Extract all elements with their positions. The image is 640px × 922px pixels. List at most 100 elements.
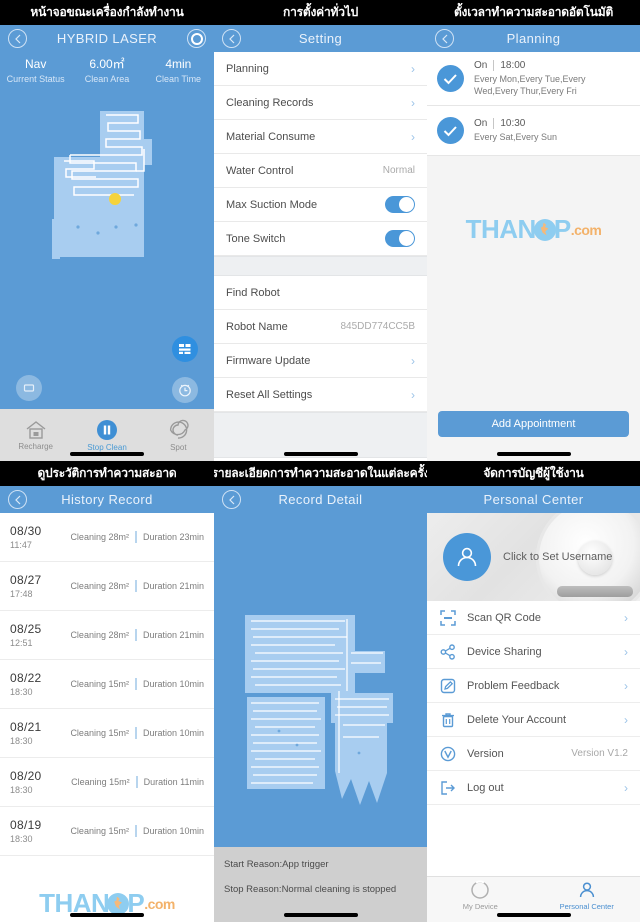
history-row[interactable]: 08/30 11:47 Cleaning 28m² Duration 23min	[0, 513, 214, 562]
divider	[134, 727, 137, 739]
menu-label: Version	[467, 747, 504, 760]
username-prompt[interactable]: Click to Set Username	[503, 551, 612, 563]
setting-row-find-robot[interactable]: Find Robot	[214, 276, 427, 310]
fullscreen-icon	[23, 384, 35, 392]
max-suction-toggle[interactable]	[385, 196, 415, 213]
settings-button[interactable]	[187, 29, 206, 48]
record-area: Cleaning 15m²	[71, 777, 130, 787]
recharge-button[interactable]: Recharge	[0, 409, 71, 461]
divider	[135, 776, 138, 788]
record-detail-body: Start Reason:App trigger Stop Reason:Nor…	[214, 513, 427, 922]
record-area: Cleaning 28m²	[70, 581, 129, 591]
home-indicator	[70, 913, 144, 917]
back-button[interactable]	[222, 490, 241, 509]
history-row[interactable]: 08/21 18:30 Cleaning 15m² Duration 10min	[0, 709, 214, 758]
menu-row-delete-account[interactable]: Delete Your Account ›	[427, 703, 640, 737]
history-info: Cleaning 15m² Duration 10min	[70, 678, 204, 690]
appointment-row[interactable]: On 10:30 Every Sat,Every Sun	[427, 106, 640, 156]
panel-planning: ตั้งเวลาทำความสะอาดอัตโนมัติ Planning On…	[427, 0, 640, 461]
record-duration: Duration 10min	[142, 728, 204, 738]
spiral-icon	[170, 419, 189, 439]
menu-row-scan-qr[interactable]: Scan QR Code ›	[427, 601, 640, 635]
appointment-info: On 18:00 Every Mon,Every Tue,Every Wed,E…	[474, 60, 630, 97]
menu-row-version[interactable]: Version Version V1.2	[427, 737, 640, 771]
stop-reason: Stop Reason:Normal cleaning is stopped	[224, 884, 397, 895]
cleaning-map[interactable]	[0, 94, 214, 461]
zone-map-button[interactable]	[172, 336, 198, 362]
recharge-label: Recharge	[18, 441, 53, 451]
record-date: 08/25	[10, 622, 42, 636]
appointment-enabled-toggle[interactable]	[437, 117, 464, 144]
back-button[interactable]	[8, 490, 27, 509]
globe-icon	[533, 218, 556, 241]
tone-switch-toggle[interactable]	[385, 230, 415, 247]
fullscreen-button[interactable]	[16, 375, 42, 401]
clock-icon	[179, 384, 191, 397]
history-date: 08/20 18:30	[10, 769, 70, 795]
chevron-right-icon: ›	[624, 644, 628, 659]
appointment-enabled-toggle[interactable]	[437, 65, 464, 92]
add-appointment-button[interactable]: Add Appointment	[438, 411, 629, 437]
panel-history-record: ดูประวัติการทำความสะอาด History Record 0…	[0, 461, 214, 922]
history-row[interactable]: 08/20 18:30 Cleaning 15m² Duration 11min	[0, 758, 214, 807]
back-button[interactable]	[435, 29, 454, 48]
map-render	[52, 111, 152, 259]
history-row[interactable]: 08/22 18:30 Cleaning 15m² Duration 10min	[0, 660, 214, 709]
divider	[493, 118, 495, 129]
navbar-record-detail: Record Detail	[214, 486, 427, 513]
chevron-right-icon: ›	[411, 353, 415, 368]
history-row[interactable]: 08/25 12:51 Cleaning 28m² Duration 21min	[0, 611, 214, 660]
setting-row-reset-all[interactable]: Reset All Settings ›	[214, 378, 427, 412]
history-date: 08/21 18:30	[10, 720, 70, 746]
trash-icon	[439, 712, 457, 728]
record-detail-footer: Start Reason:App trigger Stop Reason:Nor…	[214, 847, 427, 922]
record-time: 18:30	[10, 736, 33, 746]
menu-label: Device Sharing	[467, 645, 542, 658]
menu-row-device-sharing[interactable]: Device Sharing ›	[427, 635, 640, 669]
schedule-button[interactable]	[172, 377, 198, 403]
spot-button[interactable]: Spot	[143, 409, 214, 461]
page-title: HYBRID LASER	[56, 31, 158, 46]
record-duration: Duration 23min	[142, 532, 204, 542]
row-value: Normal	[382, 165, 415, 176]
start-reason: Start Reason:App trigger	[224, 859, 329, 870]
watermark-text-1: THAN	[465, 214, 537, 244]
setting-row-planning[interactable]: Planning ›	[214, 52, 427, 86]
appointment-time: 10:30	[500, 118, 526, 129]
back-button[interactable]	[222, 29, 241, 48]
history-info: Cleaning 15m² Duration 10min	[70, 825, 204, 837]
menu-row-log-out[interactable]: Log out ›	[427, 771, 640, 805]
setting-row-water-control[interactable]: Water Control Normal	[214, 154, 427, 188]
history-row[interactable]: 08/19 18:30 Cleaning 15m² Duration 10min	[0, 807, 214, 856]
watermark-text-2: P	[553, 214, 571, 244]
screenshot-grid: หน้าจอขณะเครื่องกำลังทำงาน HYBRID LASER …	[0, 0, 640, 922]
logout-icon	[439, 780, 457, 796]
setting-row-firmware-update[interactable]: Firmware Update ›	[214, 344, 427, 378]
setting-row-robot-name[interactable]: Robot Name 845DD774CC5B	[214, 310, 427, 344]
record-detail-map[interactable]	[239, 613, 404, 828]
setting-row-material-consume[interactable]: Material Consume ›	[214, 120, 427, 154]
watermark-thanop: THAN P .com	[427, 214, 640, 245]
setting-list: Planning › Cleaning Records › Material C…	[214, 52, 427, 458]
navbar-planning: Planning	[427, 25, 640, 52]
tab-label: Personal Center	[559, 902, 614, 911]
page-title: History Record	[61, 492, 153, 507]
avatar[interactable]	[443, 533, 491, 581]
status-label: Current Status	[6, 74, 65, 84]
history-info: Cleaning 15m² Duration 11min	[70, 776, 204, 788]
home-icon	[26, 420, 46, 439]
navbar-hybrid-laser: HYBRID LASER	[0, 25, 214, 52]
setting-row-max-suction[interactable]: Max Suction Mode	[214, 188, 427, 222]
caption-record-detail: รายละเอียดการทำความสะอาดในแต่ละครั้ง	[214, 461, 427, 486]
home-indicator	[283, 452, 358, 456]
setting-row-tone-switch[interactable]: Tone Switch	[214, 222, 427, 256]
status-value: 6.00㎡	[89, 57, 125, 71]
setting-row-cleaning-records[interactable]: Cleaning Records ›	[214, 86, 427, 120]
qr-scan-icon	[439, 609, 457, 626]
history-list: 08/30 11:47 Cleaning 28m² Duration 23min…	[0, 513, 214, 922]
menu-row-problem-feedback[interactable]: Problem Feedback ›	[427, 669, 640, 703]
back-button[interactable]	[8, 29, 27, 48]
history-row[interactable]: 08/27 17:48 Cleaning 28m² Duration 21min	[0, 562, 214, 611]
appointment-days: Every Mon,Every Tue,Every Wed,Every Thur…	[474, 74, 586, 96]
appointment-row[interactable]: On 18:00 Every Mon,Every Tue,Every Wed,E…	[427, 52, 640, 106]
